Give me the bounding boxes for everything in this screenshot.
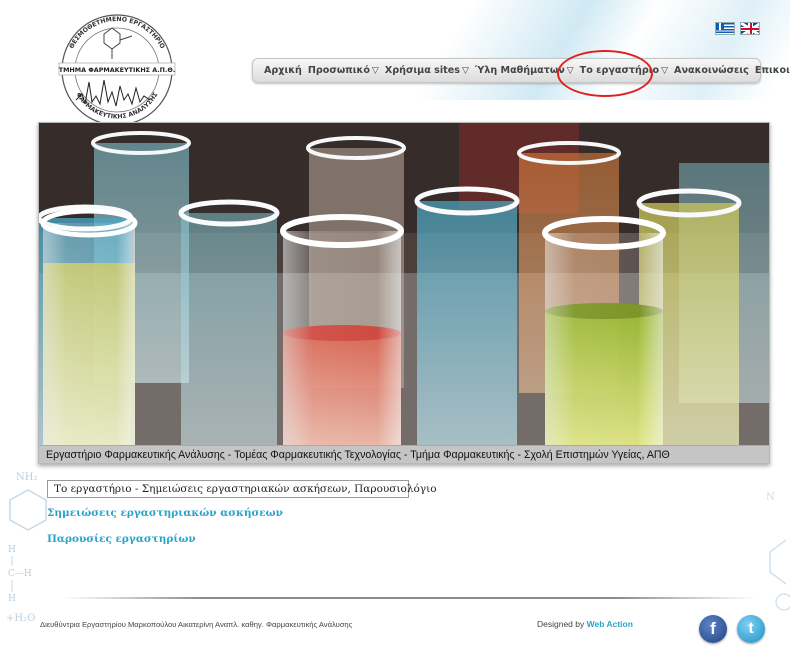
web-action-link[interactable]: Web Action	[587, 619, 633, 629]
dropdown-arrow-icon: ▽	[461, 65, 469, 76]
nav-item-useful-sites[interactable]: Χρήσιμα sites ▽	[382, 65, 472, 76]
facebook-icon[interactable]: f	[699, 615, 727, 643]
footer-credit: Designed by Web Action	[537, 619, 633, 629]
svg-text:C—H: C—H	[8, 569, 32, 579]
svg-text:+H₂O: +H₂O	[6, 613, 35, 624]
twitter-icon[interactable]: t	[737, 615, 765, 643]
highlight-annotation-circle	[557, 50, 653, 97]
dropdown-arrow-icon: ▽	[371, 65, 379, 76]
nav-item-label: Ύλη Μαθήματων	[474, 65, 565, 76]
nav-item-label: Επικοινωνία	[754, 65, 790, 76]
svg-text:NH₂: NH₂	[16, 472, 37, 483]
svg-text:H: H	[8, 545, 16, 555]
lab-logo[interactable]: ΘΕΣΜΟΘΕΤΗΜΕΝΟ ΕΡΓΑΣΤΗΡΙΟ ΦΑΡΜΑΚΕΥΤΙΚΗΣ Α…	[54, 10, 180, 128]
lab-notes-link[interactable]: Σημειώσεις εργαστηριακών ασκήσεων	[47, 507, 283, 519]
main-nav: Αρχική Προσωπικό ▽ Χρήσιμα sites ▽ Ύλη Μαθ…	[252, 58, 790, 83]
nav-item-label: Αρχική	[264, 65, 302, 76]
lab-attendance-link[interactable]: Παρουσίες εργαστηρίων	[47, 533, 196, 545]
svg-text:N: N	[766, 492, 775, 503]
nav-item-home[interactable]: Αρχική	[261, 65, 305, 76]
designed-by-label: Designed by	[537, 619, 585, 629]
banner-caption: Εργαστήριο Φαρμακευτικής Ανάλυσης - Τομέ…	[39, 445, 769, 463]
footer-divider	[64, 597, 756, 599]
nav-item-staff[interactable]: Προσωπικό ▽	[305, 65, 382, 76]
svg-text:H: H	[8, 594, 16, 604]
uk-flag-icon[interactable]	[740, 22, 760, 35]
nav-item-announcements[interactable]: Ανακοινώσεις	[671, 65, 752, 76]
nav-item-label: Προσωπικό	[307, 65, 370, 76]
nav-item-contact[interactable]: Επικοινωνία	[752, 65, 790, 76]
nav-item-label: Ανακοινώσεις	[674, 65, 749, 76]
test-tubes-image	[39, 123, 769, 447]
dropdown-arrow-icon: ▽	[661, 65, 669, 76]
nav-item-label: Χρήσιμα sites	[384, 65, 460, 76]
page-title: Το εργαστήριο - Σημειώσεις εργαστηριακών…	[47, 480, 437, 498]
hero-banner: Εργαστήριο Φαρμακευτικής Ανάλυσης - Τομέ…	[38, 122, 770, 464]
greek-flag-icon[interactable]	[715, 22, 735, 35]
footer-director-text: Διευθύντρια Εργαστηρίου Μαρκοπούλου Αικα…	[40, 620, 353, 629]
logo-band-text: ΤΜΗΜΑ ΦΑΡΜΑΚΕΥΤΙΚΗΣ Α.Π.Θ.	[59, 66, 176, 74]
